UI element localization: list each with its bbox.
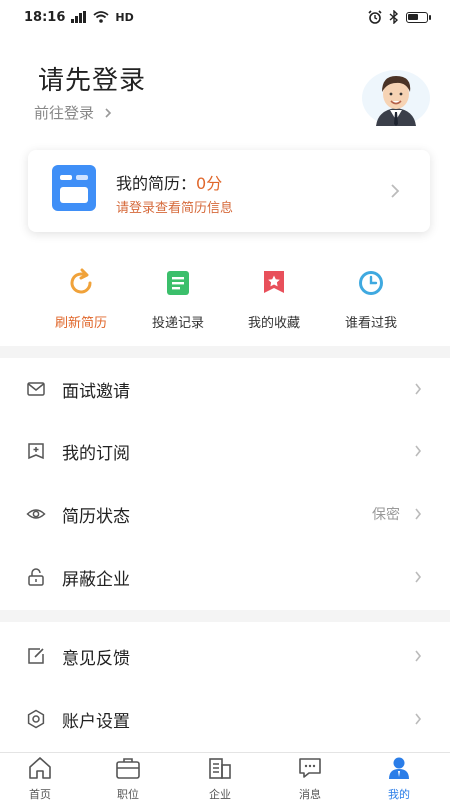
settings-icon (27, 709, 45, 729)
chevron-right-icon (415, 445, 422, 457)
resume-subtitle: 请登录查看简历信息 (116, 201, 234, 216)
chevron-right-icon (415, 650, 422, 662)
quick-actions: 刷新简历 投递记录 我的收藏 谁看过我 (0, 268, 450, 338)
clock-icon (359, 271, 383, 295)
resume-card[interactable]: 我的简历：0分 请登录查看简历信息 (28, 150, 430, 232)
login-link[interactable]: 前往登录 (34, 102, 112, 123)
building-icon (209, 758, 231, 779)
quick-action-refresh-resume[interactable]: 刷新简历 (31, 268, 131, 331)
section-divider (0, 346, 450, 358)
battery-icon (406, 11, 431, 23)
tab-messages[interactable]: 消息 (280, 755, 340, 800)
menu-item-feedback[interactable]: 意见反馈 (0, 625, 450, 687)
tab-label: 企业 (209, 788, 231, 800)
profile-icon (389, 757, 409, 779)
menu-item-label: 简历状态 (62, 506, 130, 527)
quick-action-who-viewed-me[interactable]: 谁看过我 (321, 268, 421, 331)
quick-action-label: 投递记录 (151, 316, 204, 331)
favorite-icon (264, 271, 284, 293)
tab-label: 消息 (299, 788, 321, 800)
signal-icon (71, 11, 87, 23)
menu-item-interview-invitation[interactable]: 面试邀请 (0, 358, 450, 420)
chevron-right-icon (391, 184, 400, 198)
chevron-right-icon (415, 571, 422, 583)
resume-score: 0分 (196, 174, 223, 193)
lock-icon (28, 568, 44, 586)
tab-label: 职位 (117, 788, 139, 800)
menu-item-block-companies[interactable]: 屏蔽企业 (0, 546, 450, 608)
resume-icon (52, 165, 96, 211)
menu-item-label: 账户设置 (62, 711, 130, 732)
subscribe-icon (28, 443, 44, 460)
message-icon (299, 758, 321, 778)
status-bar: 18:16 HD (0, 0, 450, 34)
chevron-right-icon (105, 107, 112, 118)
tab-profile[interactable]: 我的 (369, 755, 429, 800)
user-avatar-icon (362, 70, 430, 126)
section-divider (0, 610, 450, 622)
login-link-label: 前往登录 (34, 104, 95, 122)
refresh-icon (70, 268, 92, 294)
quick-action-label: 刷新简历 (54, 316, 107, 331)
tab-label: 我的 (388, 788, 410, 800)
tab-jobs[interactable]: 职位 (98, 755, 158, 800)
chevron-right-icon (415, 383, 422, 395)
quick-action-label: 谁看过我 (344, 316, 397, 331)
eye-icon (26, 509, 46, 519)
delivery-record-icon (167, 271, 189, 295)
chevron-right-icon (415, 508, 422, 520)
menu-item-label: 我的订阅 (62, 443, 130, 464)
quick-action-label: 我的收藏 (247, 316, 300, 331)
bluetooth-icon (389, 10, 399, 24)
tab-companies[interactable]: 企业 (190, 755, 250, 800)
wifi-icon (93, 11, 109, 23)
briefcase-icon (116, 758, 140, 779)
menu-item-label: 面试邀请 (62, 381, 130, 402)
tab-home[interactable]: 首页 (10, 755, 70, 800)
menu-item-label: 屏蔽企业 (62, 569, 130, 590)
home-icon (29, 757, 51, 779)
resume-status-value: 保密 (372, 507, 400, 523)
mail-icon (27, 382, 45, 396)
quick-action-delivery-record[interactable]: 投递记录 (128, 268, 228, 331)
chevron-right-icon (415, 713, 422, 725)
status-time: 18:16 (24, 9, 66, 25)
avatar[interactable] (360, 66, 432, 126)
menu-item-label: 意见反馈 (62, 648, 130, 669)
bottom-tab-bar: 首页 职位 企业 消息 我的 (0, 752, 450, 800)
edit-icon (28, 648, 44, 664)
quick-action-my-favorites[interactable]: 我的收藏 (224, 268, 324, 331)
menu-item-resume-status[interactable]: 简历状态 保密 (0, 483, 450, 545)
resume-title: 我的简历：0分 (116, 170, 222, 194)
tab-label: 首页 (29, 788, 51, 800)
page-title: 请先登录 (38, 66, 147, 96)
menu-item-account-settings[interactable]: 账户设置 (0, 688, 450, 750)
menu-item-my-subscription[interactable]: 我的订阅 (0, 420, 450, 482)
alarm-icon (368, 10, 382, 24)
network-label: HD (115, 10, 134, 24)
resume-title-label: 我的简历： (116, 174, 197, 193)
